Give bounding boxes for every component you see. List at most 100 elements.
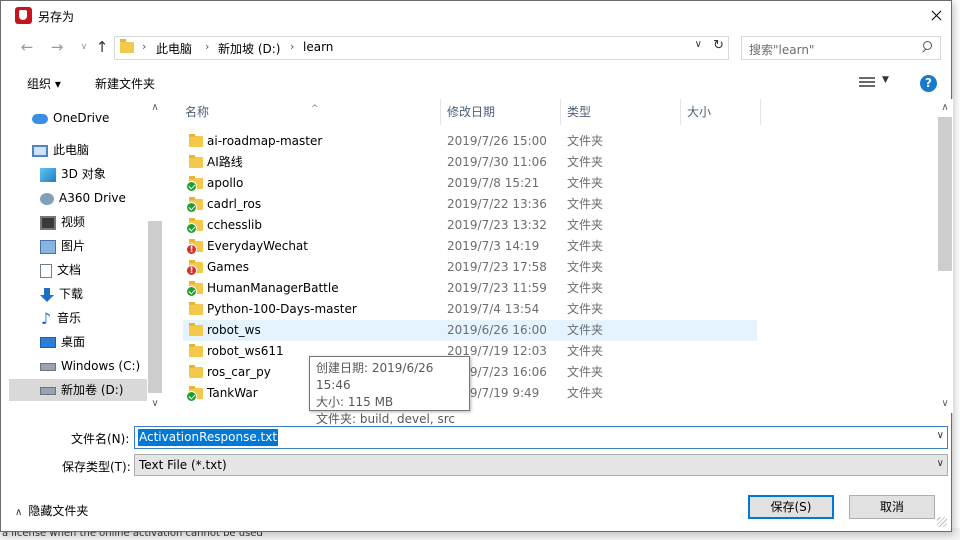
view-dropdown-chevron-icon[interactable]: ▼ xyxy=(882,75,889,85)
table-row[interactable]: TankWar 2019/7/19 9:49 文件夹 xyxy=(183,383,757,404)
navigation-scrollbar[interactable]: ∧ ∨ xyxy=(147,99,163,413)
column-header-date[interactable]: 修改日期 xyxy=(441,99,561,125)
sidebar-item-windows-c[interactable]: Windows (C:) xyxy=(40,355,140,377)
column-header-size[interactable]: 大小 xyxy=(681,99,761,125)
file-type: 文件夹 xyxy=(567,344,604,358)
file-name: ai-roadmap-master xyxy=(207,134,323,148)
filename-label: 文件名(N): xyxy=(71,432,130,446)
resize-grip-icon[interactable] xyxy=(937,517,947,527)
onedrive-icon xyxy=(32,113,48,124)
address-bar[interactable]: › 此电脑 › 新加坡 (D:) › learn ∨ ↻ xyxy=(114,36,729,60)
folder-info-tooltip: 创建日期: 2019/6/26 15:46 大小: 115 MB 文件夹: bu… xyxy=(309,356,470,426)
cancel-button[interactable]: 取消 xyxy=(849,495,935,519)
scroll-down-icon[interactable]: ∨ xyxy=(937,397,953,411)
hide-folders-toggle[interactable]: ∧ 隐藏文件夹 xyxy=(15,502,88,519)
3d-objects-icon xyxy=(40,167,56,182)
sidebar-item-desktop[interactable]: 桌面 xyxy=(40,331,85,353)
sidebar-item-label: 此电脑 xyxy=(53,143,90,157)
filename-field[interactable]: ActivationResponse.txt ∨ xyxy=(134,426,948,449)
close-button[interactable] xyxy=(921,1,951,31)
sync-error-icon xyxy=(186,261,197,282)
breadcrumb-drive-d[interactable]: 新加坡 (D:) xyxy=(218,40,280,57)
breadcrumb-this-pc[interactable]: 此电脑 xyxy=(156,40,192,57)
sidebar-item-downloads[interactable]: 下载 xyxy=(40,283,83,305)
column-header-name[interactable]: 名称 ^ xyxy=(179,99,441,125)
sidebar-item-a360-drive[interactable]: A360 Drive xyxy=(40,187,126,209)
documents-icon xyxy=(40,263,52,278)
table-row[interactable]: Games 2019/7/23 17:58 文件夹 xyxy=(183,257,757,282)
file-name: TankWar xyxy=(207,386,258,400)
address-history-chevron-icon[interactable]: ∨ xyxy=(695,39,702,50)
organize-button[interactable]: 组织 ▾ xyxy=(27,75,61,92)
table-row[interactable]: Python-100-Days-master 2019/7/4 13:54 文件夹 xyxy=(183,299,757,320)
table-row[interactable]: ros_car_py 2019/7/23 16:06 文件夹 xyxy=(183,362,757,383)
sidebar-item-label: Windows (C:) xyxy=(61,359,141,373)
recent-locations-icon[interactable]: ∨ xyxy=(74,37,94,57)
table-row[interactable]: cchesslib 2019/7/23 13:32 文件夹 xyxy=(183,215,757,236)
filename-input[interactable]: ActivationResponse.txt xyxy=(138,429,279,446)
breadcrumb-separator-icon[interactable]: › xyxy=(290,40,294,53)
search-input[interactable]: 搜索"learn" xyxy=(749,41,814,58)
file-date: 2019/7/23 11:59 xyxy=(447,281,547,295)
breadcrumb-learn[interactable]: learn xyxy=(303,40,333,54)
refresh-icon[interactable]: ↻ xyxy=(713,38,724,53)
filename-dropdown-chevron-icon[interactable]: ∨ xyxy=(937,430,944,441)
folder-icon xyxy=(189,155,203,168)
help-icon[interactable]: ? xyxy=(920,75,937,92)
sidebar-item-pictures[interactable]: 图片 xyxy=(40,235,85,257)
sidebar-item-this-pc[interactable]: 此电脑 xyxy=(32,139,89,161)
file-list-scrollbar[interactable]: ∧ ∨ xyxy=(937,99,953,413)
sidebar-item-documents[interactable]: 文档 xyxy=(40,259,81,281)
sync-ok-icon xyxy=(186,286,197,297)
file-type: 文件夹 xyxy=(567,218,604,232)
sync-ok-icon xyxy=(186,391,197,402)
file-date: 2019/7/23 17:58 xyxy=(447,260,547,274)
column-header-type[interactable]: 类型 xyxy=(561,99,681,125)
save-button[interactable]: 保存(S) xyxy=(748,495,834,519)
desktop-icon xyxy=(40,337,56,348)
sidebar-item-3d-objects[interactable]: 3D 对象 xyxy=(40,163,106,185)
table-row[interactable]: ai-roadmap-master 2019/7/26 15:00 文件夹 xyxy=(183,131,757,152)
save-as-dialog: 另存为 ← → ∨ ↑ › 此电脑 › 新加坡 (D:) › learn ∨ ↻… xyxy=(0,0,953,532)
table-row[interactable]: AI路线 2019/7/30 11:06 文件夹 xyxy=(183,152,757,173)
sidebar-item-onedrive[interactable]: OneDrive xyxy=(32,107,109,129)
breadcrumb-separator-icon[interactable]: › xyxy=(142,40,146,53)
table-row[interactable]: cadrl_ros 2019/7/22 13:36 文件夹 xyxy=(183,194,757,215)
search-box[interactable]: 搜索"learn" xyxy=(741,36,941,60)
table-row[interactable]: robot_ws611 2019/7/19 12:03 文件夹 xyxy=(183,341,757,362)
breadcrumb-separator-icon[interactable]: › xyxy=(205,40,209,53)
sidebar-item-videos[interactable]: 视频 xyxy=(40,211,85,233)
sidebar-item-music[interactable]: ♪ 音乐 xyxy=(40,307,81,329)
filetype-dropdown-chevron-icon[interactable]: ∨ xyxy=(937,458,944,469)
filetype-select[interactable]: Text File (*.txt) ∨ xyxy=(134,454,948,476)
scroll-down-icon[interactable]: ∨ xyxy=(147,397,163,411)
file-name: EverydayWechat xyxy=(207,239,308,253)
sidebar-item-drive-d[interactable]: 新加卷 (D:) xyxy=(9,379,149,401)
scroll-up-icon[interactable]: ∧ xyxy=(937,101,953,115)
scrollbar-thumb[interactable] xyxy=(938,117,952,271)
file-type: 文件夹 xyxy=(567,260,604,274)
back-arrow-icon[interactable]: ← xyxy=(17,37,37,57)
app-logo-icon xyxy=(15,7,32,24)
music-icon: ♪ xyxy=(40,308,52,328)
file-date: 2019/7/30 11:06 xyxy=(447,155,547,169)
new-folder-button[interactable]: 新建文件夹 xyxy=(95,75,155,92)
table-row[interactable]: HumanManagerBattle 2019/7/23 11:59 文件夹 xyxy=(183,278,757,299)
search-icon[interactable] xyxy=(921,41,932,52)
up-arrow-icon[interactable]: ↑ xyxy=(92,37,112,57)
scrollbar-thumb[interactable] xyxy=(148,221,162,393)
table-row[interactable]: apollo 2019/7/8 15:21 文件夹 xyxy=(183,173,757,194)
table-row[interactable]: robot_ws 2019/6/26 16:00 文件夹 xyxy=(183,320,757,341)
sidebar-item-label: 图片 xyxy=(61,239,86,253)
filetype-value: Text File (*.txt) xyxy=(139,458,227,472)
table-row[interactable]: EverydayWechat 2019/7/3 14:19 文件夹 xyxy=(183,236,757,261)
folder-icon xyxy=(189,323,203,336)
file-type: 文件夹 xyxy=(567,323,604,337)
forward-arrow-icon[interactable]: → xyxy=(47,37,67,57)
toolbar: 组织 ▾ 新建文件夹 ▼ ? xyxy=(1,67,951,97)
scroll-up-icon[interactable]: ∧ xyxy=(147,101,163,115)
sidebar-item-label: A360 Drive xyxy=(59,191,126,205)
view-options-icon[interactable] xyxy=(859,76,875,88)
folder-icon xyxy=(189,344,203,357)
file-name: apollo xyxy=(207,176,244,190)
